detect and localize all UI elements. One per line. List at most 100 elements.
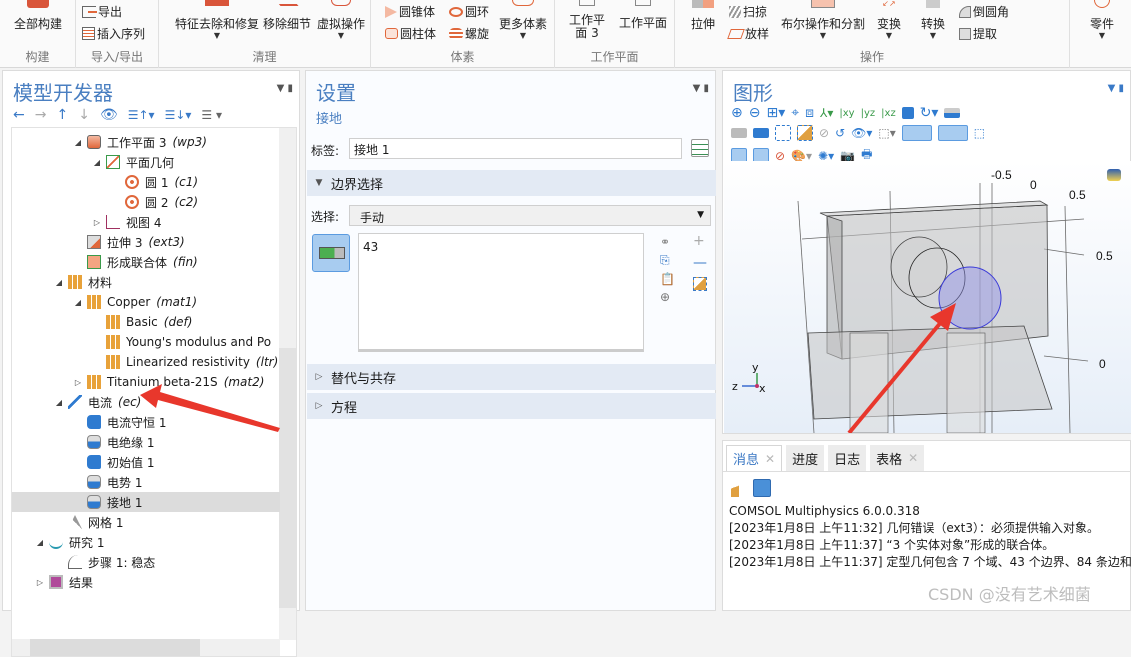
tree-node[interactable]: Basic (def) [12,312,280,332]
tree-node[interactable]: 初始值 1 [12,452,280,472]
tree-node[interactable]: 圆 1 (c1) [12,172,280,192]
work-plane-button[interactable]: 工作平面 [615,0,671,31]
expand-toggle-icon[interactable]: ◢ [54,278,64,287]
yz-view-icon[interactable]: |yz [861,108,876,119]
tree-node[interactable]: ▷ 结果 [12,572,280,592]
reset-hiding-icon[interactable]: ↺ [835,126,845,140]
insert-sequence-button[interactable]: 插入序列 [82,25,145,42]
build-all-button[interactable]: 全部构建 [10,0,66,32]
clear-messages-icon[interactable] [731,481,739,497]
convert-button[interactable]: 转换 ▼ [915,0,951,40]
tree-node[interactable]: ◢ 平面几何 [12,152,280,172]
xz-view-icon[interactable]: |xz [881,108,896,119]
tree-node[interactable]: 网格 1 [12,512,280,532]
render-mode-icon[interactable] [944,108,961,118]
work-plane-3-button[interactable]: 工作平面 3 [561,0,613,40]
back-arrow-icon[interactable]: ← [13,107,25,123]
selection-dropdown[interactable]: 手动 ▼ [349,205,711,226]
zoom-extents-icon[interactable]: ⊕ [660,290,675,304]
xy-view-icon[interactable]: |xy [839,108,854,119]
expand-toggle-icon[interactable]: ◢ [73,138,83,147]
add-to-selection-icon[interactable]: + [693,233,707,249]
torus-button[interactable]: 圆环 [449,3,489,20]
fillet-button[interactable]: 倒圆角 [959,3,1009,20]
graphics-viewport[interactable]: -0.5 0 0.5 0.5 0 y z x [724,161,1131,433]
expand-toggle-icon[interactable]: ◢ [73,298,83,307]
collapse-toggle-icon[interactable]: ▷ [92,218,102,227]
clear-selection-icon[interactable] [693,277,707,291]
pane-menu-pin[interactable]: ▼ ▮ [693,83,709,94]
collapse-toggle-icon[interactable]: ▷ [35,578,45,587]
rotate-icon[interactable]: ↻▾ [920,105,939,121]
light-toggle-icon[interactable] [901,125,932,141]
more-primitives-button[interactable]: 更多体素 ▼ [495,0,551,40]
tab-progress[interactable]: 进度 [786,445,825,471]
tree-horizontal-scrollbar[interactable] [12,639,280,656]
tree-node[interactable]: ◢ 材料 [12,272,280,292]
scene-light-indicator-icon[interactable] [1107,169,1121,181]
zoom-to-selection-icon[interactable]: ⚭ [660,235,675,249]
tree-node[interactable]: 圆 2 (c2) [12,192,280,212]
tree-options-icon[interactable]: ☰ ▾ [201,108,222,122]
section-equation[interactable]: ▷ 方程 [307,393,716,419]
email-messages-icon[interactable] [753,479,771,497]
remove-details-button[interactable]: 移除细节 [261,0,313,32]
label-reset-icon[interactable] [691,139,709,157]
forward-arrow-icon[interactable]: → [35,107,47,123]
tree-node[interactable]: Linearized resistivity (ltr) [12,352,280,372]
tree-node[interactable]: 步骤 1: 稳态 [12,552,280,572]
collapse-toggle-icon[interactable]: ▷ [73,378,83,387]
tree-node[interactable]: 形成联合体 (fin) [12,252,280,272]
tree-node[interactable]: Young's modulus and Po [12,332,280,352]
close-icon[interactable]: ✕ [908,451,918,465]
export-button[interactable]: 导出 [82,3,122,20]
virtual-operations-button[interactable]: 虚拟操作 ▼ [315,0,367,40]
select-objects-icon[interactable] [731,128,747,138]
clear-selection-icon[interactable] [797,125,813,141]
transform-button[interactable]: ↙↗ 变换 ▼ [871,0,907,40]
remove-from-selection-icon[interactable]: — [693,255,707,271]
tree-node[interactable]: 接地 1 [12,492,280,512]
zoom-box-icon[interactable]: ⊞▾ [766,105,785,121]
selection-list-item[interactable]: 43 [363,236,639,254]
label-field[interactable]: 接地 1 [349,138,682,159]
hide-icon[interactable]: ⊘ [819,126,829,140]
zoom-extents-icon[interactable]: ⧈ [805,105,814,121]
pane-menu-pin[interactable]: ▼ ▮ [1108,83,1124,94]
parts-button[interactable]: 零件 ▼ [1084,0,1120,40]
expand-toggle-icon[interactable]: ◢ [54,398,64,407]
pane-menu-pin[interactable]: ▼ ▮ [277,83,293,94]
extrude-button[interactable]: 拉伸 [683,0,723,32]
selection-list[interactable]: 43 [358,233,644,352]
view-axes-icon[interactable]: ⅄▾ [820,106,833,120]
move-up-icon[interactable]: ↑ [56,107,68,123]
tree-node[interactable]: ▷ 视图 4 [12,212,280,232]
copy-selection-icon[interactable]: ⎘ [660,253,675,268]
tree-node[interactable]: ◢ 研究 1 [12,532,280,552]
camera-view-icon[interactable] [901,107,914,119]
cone-button[interactable]: 圆锥体 [385,3,435,20]
wireframe-icon[interactable]: ⬚▾ [878,126,895,140]
tab-messages[interactable]: 消息 ✕ [726,445,783,471]
section-override-contribution[interactable]: ▷ 替代与共存 [307,364,716,390]
expand-toggle-icon[interactable]: ◢ [92,158,102,167]
select-domains-icon[interactable] [753,128,769,138]
cylinder-button[interactable]: 圆柱体 [385,25,436,42]
tree-node[interactable]: ◢ 工作平面 3 (wp3) [12,132,280,152]
zoom-selected-icon[interactable]: ⌖ [791,105,799,121]
active-selection-toggle[interactable] [312,234,350,272]
zoom-in-icon[interactable]: ⊕ [731,105,743,121]
close-icon[interactable]: ✕ [765,452,775,466]
show-icon[interactable]: 👁 [100,107,118,123]
loft-button[interactable]: 放样 [727,25,769,42]
tree-node[interactable]: 拉伸 3 (ext3) [12,232,280,252]
transparency-toggle-icon[interactable] [937,125,968,141]
mesh-rendering-icon[interactable]: ⬚ [974,126,985,140]
zoom-out-icon[interactable]: ⊖ [749,105,761,121]
move-down-icon[interactable]: ↓ [78,107,90,123]
defeaturing-button[interactable]: 特征去除和修复 ▼ [169,0,265,40]
view-settings-icon[interactable]: 👁▾ [851,126,872,140]
tree-node[interactable]: ◢ Copper (mat1) [12,292,280,312]
tree-node[interactable]: 电势 1 [12,472,280,492]
paste-selection-icon[interactable]: 📋 [660,272,675,286]
